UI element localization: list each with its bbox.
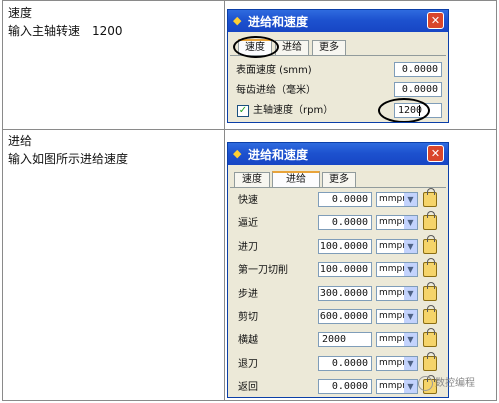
- feed-row-value-input[interactable]: 0.0000: [318, 192, 372, 207]
- lock-icon[interactable]: [423, 211, 437, 230]
- row2-title: 进给: [8, 134, 33, 148]
- feed-per-tooth-label: 每齿进给（毫米）: [236, 85, 316, 96]
- chevron-down-icon: ▼: [404, 287, 417, 300]
- spindle-speed-label: 主轴速度（rpm）: [253, 105, 334, 116]
- lock-icon[interactable]: [423, 235, 437, 254]
- feed-per-tooth-input[interactable]: 0.0000: [394, 82, 442, 97]
- close-icon: ✕: [430, 147, 441, 160]
- feed-row-value-input[interactable]: 300.0000: [318, 286, 372, 301]
- watermark: 数控编程: [418, 374, 475, 391]
- unit-select[interactable]: mmpm ▼: [376, 332, 418, 347]
- dialog-titlebar: ◆ 进给和速度 ✕: [228, 10, 448, 32]
- lock-icon[interactable]: [423, 282, 437, 301]
- unit-select[interactable]: mmpm ▼: [376, 239, 418, 254]
- surface-speed-input[interactable]: 0.0000: [394, 62, 442, 77]
- lock-icon[interactable]: [423, 328, 437, 347]
- dialog-titlebar: ◆ 进给和速度 ✕: [228, 143, 448, 165]
- feed-row-label: 退刀: [238, 359, 258, 370]
- feed-row-value-input[interactable]: 0.0000: [318, 379, 372, 394]
- tab-feed[interactable]: 进给: [272, 171, 320, 187]
- unit-select[interactable]: mmpm ▼: [376, 379, 418, 394]
- lock-icon[interactable]: [423, 352, 437, 371]
- feed-row-label: 横越: [238, 335, 258, 346]
- row1-title: 速度: [8, 6, 33, 20]
- app-icon: ◆: [233, 14, 242, 27]
- unit-select[interactable]: mmpm ▼: [376, 286, 418, 301]
- unit-select[interactable]: mmpm ▼: [376, 356, 418, 371]
- surface-speed-label: 表面速度 (smm): [236, 65, 312, 76]
- feed-row-label: 第一刀切削: [238, 265, 288, 276]
- close-button[interactable]: ✕: [427, 145, 444, 162]
- feeds-speeds-dialog-speed: ◆ 进给和速度 ✕ 速度 进给 更多 表面速度 (smm) 0.0000 每齿进…: [227, 9, 449, 123]
- tab-speed[interactable]: 速度: [234, 172, 270, 187]
- tab-more[interactable]: 更多: [322, 172, 356, 187]
- feed-row-value-input[interactable]: 0.0000: [318, 356, 372, 371]
- watermark-text: 数控编程: [435, 378, 475, 389]
- feed-row-value-input[interactable]: 600.0000: [318, 309, 372, 324]
- feeds-speeds-dialog-feed: ◆ 进给和速度 ✕ 速度 进给 更多 快速 0.0000 mmpm ▼ 逼近 0.0000…: [227, 142, 449, 398]
- unit-select[interactable]: mmpm ▼: [376, 192, 418, 207]
- chevron-down-icon: ▼: [404, 240, 417, 253]
- feed-row-value-input[interactable]: 0.0000: [318, 215, 372, 230]
- chevron-down-icon: ▼: [404, 357, 417, 370]
- spindle-speed-checkbox[interactable]: ✓: [237, 105, 249, 117]
- chevron-down-icon: ▼: [404, 380, 417, 393]
- highlight-circle: [233, 36, 279, 58]
- row1-instruction: 输入主轴转速 1200: [8, 24, 123, 38]
- chevron-down-icon: ▼: [404, 193, 417, 206]
- lock-icon[interactable]: [423, 258, 437, 277]
- chevron-down-icon: ▼: [404, 216, 417, 229]
- dialog-title: 进给和速度: [248, 148, 309, 162]
- tab-more[interactable]: 更多: [312, 40, 346, 55]
- feed-row-label: 逼近: [238, 218, 258, 229]
- dialog-title: 进给和速度: [248, 15, 309, 29]
- wechat-icon: [418, 375, 433, 391]
- tab-panel-border: [230, 187, 446, 188]
- tab-feed[interactable]: 进给: [275, 40, 309, 55]
- feed-row-label: 返回: [238, 382, 258, 393]
- chevron-down-icon: ▼: [404, 310, 417, 323]
- chevron-down-icon: ▼: [404, 263, 417, 276]
- app-icon: ◆: [233, 147, 242, 160]
- feed-row-label: 步进: [238, 289, 258, 300]
- column-divider: [224, 1, 225, 400]
- feed-row-label: 快速: [238, 195, 258, 206]
- lock-icon[interactable]: [423, 188, 437, 207]
- lock-icon[interactable]: [423, 305, 437, 324]
- close-icon: ✕: [430, 14, 441, 27]
- unit-select[interactable]: mmpm ▼: [376, 215, 418, 230]
- feed-row-value-input[interactable]: 100.0000: [318, 262, 372, 277]
- unit-select[interactable]: mmpm ▼: [376, 262, 418, 277]
- chevron-down-icon: ▼: [404, 333, 417, 346]
- unit-select[interactable]: mmpm ▼: [376, 309, 418, 324]
- close-button[interactable]: ✕: [427, 12, 444, 29]
- row2-instruction: 输入如图所示进给速度: [8, 152, 129, 166]
- feed-row-value-input[interactable]: 100.0000: [318, 239, 372, 254]
- highlight-circle: [378, 98, 430, 122]
- feed-row-label: 剪切: [238, 312, 258, 323]
- row-divider: [3, 129, 496, 130]
- feed-row-value-input[interactable]: 2000: [318, 332, 372, 347]
- feed-row-label: 进刀: [238, 242, 258, 253]
